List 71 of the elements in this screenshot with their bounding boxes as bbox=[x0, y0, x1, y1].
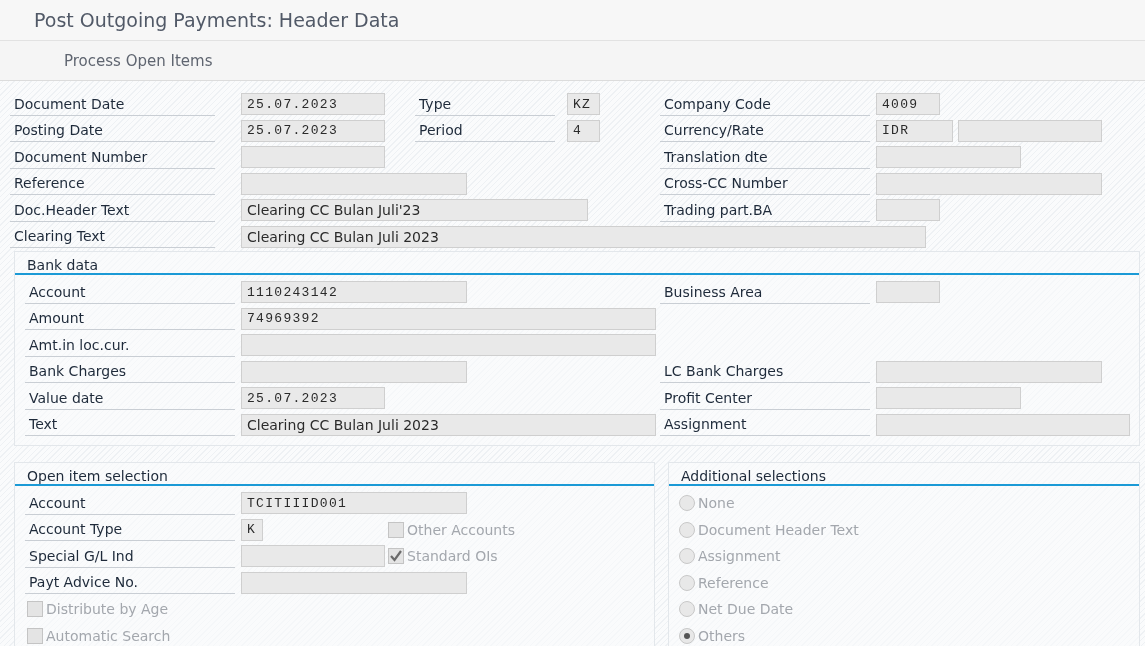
field-label: Company Code bbox=[660, 92, 870, 116]
radio-label: Document Header Text bbox=[698, 521, 859, 538]
field-label: Bank Charges bbox=[25, 360, 235, 384]
field-label: Account Type bbox=[25, 518, 235, 542]
radio-label: Net Due Date bbox=[698, 601, 794, 618]
field-label: Account bbox=[25, 280, 235, 304]
field-label: Amount bbox=[25, 307, 235, 331]
input-field[interactable]: IDR bbox=[876, 119, 953, 142]
radio-label: Others bbox=[698, 627, 746, 644]
field-label: Account bbox=[25, 491, 235, 515]
checkmark-icon bbox=[389, 549, 403, 564]
field-label: Amt.in loc.cur. bbox=[25, 333, 235, 357]
input-field[interactable] bbox=[876, 413, 1130, 436]
field-label: Doc.Header Text bbox=[10, 198, 215, 222]
input-field[interactable] bbox=[876, 387, 1021, 410]
input-field[interactable] bbox=[241, 360, 467, 383]
group-title: Open item selection bbox=[15, 463, 654, 486]
checkbox-label: Automatic Search bbox=[46, 627, 171, 644]
input-field[interactable]: Clearing CC Bulan Juli 2023 bbox=[241, 225, 926, 248]
input-field[interactable] bbox=[876, 360, 1102, 383]
group-title: Additional selections bbox=[669, 463, 1139, 486]
checkbox-label: Standard OIs bbox=[407, 548, 498, 565]
input-field[interactable] bbox=[876, 281, 940, 304]
field-label: Cross-CC Number bbox=[660, 172, 870, 196]
field-label: Clearing Text bbox=[10, 225, 215, 249]
checkbox-label: Other Accounts bbox=[407, 521, 516, 538]
field-label: Assignment bbox=[660, 413, 870, 437]
field-label: Period bbox=[415, 119, 555, 143]
field-label: Payt Advice No. bbox=[25, 571, 235, 595]
input-field[interactable]: TCITIIID001 bbox=[241, 492, 467, 515]
radio-label: None bbox=[698, 495, 735, 512]
field-label: Posting Date bbox=[10, 119, 215, 143]
field-label: Profit Center bbox=[660, 386, 870, 410]
input-field[interactable]: 74969392 bbox=[241, 307, 656, 330]
radio-label: Assignment bbox=[698, 548, 781, 565]
field-label: Text bbox=[25, 413, 235, 437]
input-field[interactable]: 25.07.2023 bbox=[241, 93, 385, 116]
field-label: Value date bbox=[25, 386, 235, 410]
input-field[interactable]: 4009 bbox=[876, 93, 940, 116]
input-field[interactable]: 4 bbox=[567, 119, 600, 142]
toolbar-button[interactable]: Process Open Items bbox=[54, 47, 223, 74]
input-field[interactable]: KZ bbox=[567, 93, 600, 116]
field-label: Special G/L Ind bbox=[25, 544, 235, 568]
input-field[interactable] bbox=[876, 146, 1021, 169]
input-field[interactable] bbox=[876, 172, 1102, 195]
field-label: LC Bank Charges bbox=[660, 360, 870, 384]
field-label: Type bbox=[415, 92, 555, 116]
group-title: Bank data bbox=[15, 252, 1139, 275]
input-field[interactable] bbox=[241, 571, 467, 594]
input-field[interactable] bbox=[876, 199, 940, 222]
field-label: Trading part.BA bbox=[660, 198, 870, 222]
field-label: Currency/Rate bbox=[660, 119, 870, 143]
field-label: Document Date bbox=[10, 92, 215, 116]
field-label: Business Area bbox=[660, 280, 870, 304]
input-field[interactable]: 25.07.2023 bbox=[241, 119, 385, 142]
field-label: Reference bbox=[10, 172, 215, 196]
field-label: Document Number bbox=[10, 145, 215, 169]
input-field[interactable] bbox=[241, 172, 467, 195]
input-field[interactable]: Clearing CC Bulan Juli'23 bbox=[241, 199, 588, 222]
window-title: Post Outgoing Payments: Header Data bbox=[34, 9, 400, 31]
radio-label: Reference bbox=[698, 574, 769, 591]
checkbox-label: Distribute by Age bbox=[46, 601, 169, 618]
input-field[interactable]: 25.07.2023 bbox=[241, 387, 385, 410]
input-field[interactable] bbox=[241, 334, 656, 357]
input-field[interactable] bbox=[241, 146, 385, 169]
input-field[interactable]: 1110243142 bbox=[241, 281, 467, 304]
input-field[interactable] bbox=[241, 545, 385, 568]
input-field[interactable]: K bbox=[241, 518, 263, 541]
input-field[interactable] bbox=[958, 119, 1102, 142]
field-label: Translation dte bbox=[660, 145, 870, 169]
input-field[interactable]: Clearing CC Bulan Juli 2023 bbox=[241, 413, 656, 436]
